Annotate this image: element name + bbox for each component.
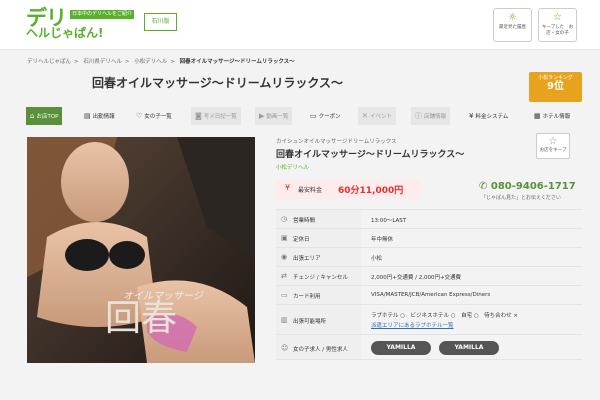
min-price-value: 60分11,000円 xyxy=(338,186,404,196)
min-price-label: 最安料金 xyxy=(298,187,323,194)
keep-list-label: キープした お店・女の子 xyxy=(541,25,574,36)
min-price-box: ¥ 最安料金 60分11,000円 xyxy=(276,180,420,199)
keep-list-button[interactable]: ☆ キープした お店・女の子 xyxy=(538,8,577,42)
event-icon: ✕ xyxy=(362,112,368,120)
info-value: 2,000円+交通費 / 2,000円+交通費 xyxy=(371,275,462,281)
yen-icon: ¥ xyxy=(285,183,291,192)
info-row-area: ◉ 出張エリア 小松 xyxy=(276,247,582,266)
phone-note: 「じゃぱん見た」とお伝えください xyxy=(481,195,561,201)
calendar-off-icon: ▣ xyxy=(281,234,288,242)
info-row-change-cancel: ⇄ チェンジ / キャンセル 2,000円+交通費 / 2,000円+交通費 xyxy=(276,266,582,285)
heart-icon: ♡ xyxy=(136,112,143,120)
keep-shop-label: お店をキープ xyxy=(539,148,567,153)
history-label: 最近見た履歴 xyxy=(499,25,526,30)
tab-schedule[interactable]: ▤ 出勤情報 xyxy=(84,107,115,125)
clock-icon: ◷ xyxy=(281,215,288,223)
page-title: 回春オイルマッサージ〜ドリームリラックス〜 xyxy=(92,76,344,90)
site-logo[interactable]: デリ 日本中のデリヘルをご紹介 ヘルじゃぱん! xyxy=(26,7,144,41)
info-value: VISA/MASTER/JCB/American Express/Diners xyxy=(371,292,491,298)
swap-icon: ⇄ xyxy=(281,272,287,280)
phone-icon: ✆ xyxy=(479,181,491,192)
tab-girls[interactable]: ♡ 女の子一覧 xyxy=(136,107,172,125)
tab-photo-diary[interactable]: ◙ 写メ日記一覧 xyxy=(191,107,241,125)
love-hotel-list-link[interactable]: 派遣エリアにあるラブホテル一覧 xyxy=(371,323,454,329)
shop-genre-link[interactable]: 小松デリヘル xyxy=(276,163,309,171)
shop-name-kana: カイシュンオイルマッサージドリームリラックス xyxy=(276,139,397,145)
ranking-value: 9位 xyxy=(547,81,564,92)
card-icon: ▭ xyxy=(281,291,288,299)
info-value: 年中無休 xyxy=(371,237,394,243)
tab-price-system[interactable]: ¥ 料金システム xyxy=(469,107,508,125)
tab-coupon[interactable]: ▭ クーポン xyxy=(310,107,341,125)
tab-event[interactable]: ✕ イベント xyxy=(358,107,396,125)
coupon-icon: ▭ xyxy=(310,112,317,120)
breadcrumb-item[interactable]: 小松デリヘル xyxy=(134,59,167,65)
page: デリ 日本中のデリヘルをご紹介 ヘルじゃぱん! 石川版 ☼ 最近見た履歴 ☆ キ… xyxy=(0,0,600,400)
tab-shop-info[interactable]: ⓘ 店舗情報 xyxy=(411,107,451,125)
girls-recruit-badge[interactable]: YAMILLA xyxy=(371,341,431,355)
star-icon: ☆ xyxy=(548,136,558,147)
camera-icon: ◙ xyxy=(195,112,202,120)
logo-second: ヘルじゃぱん! xyxy=(26,26,104,40)
breadcrumb-item[interactable]: 石川県デリヘル xyxy=(83,59,122,65)
hotel-icon: ▦ xyxy=(534,112,541,120)
sun-icon: ☼ xyxy=(508,12,517,23)
building-icon: ▥ xyxy=(281,316,288,324)
info-row-dispatch: ▥ 出張可能場所 ラブホテル ○ ビジネスホテル ○ 自宅 ○ 待ち合わせ × 派… xyxy=(276,304,582,334)
shop-name: 回春オイルマッサージ〜ドリームリラックス〜 xyxy=(276,150,465,160)
photo-caption-big: 回春 xyxy=(104,298,177,339)
info-row-card: ▭ カード利用 VISA/MASTER/JCB/American Express/… xyxy=(276,285,582,304)
info-row-recruit: ☺ 女の子求人 / 男性求人 YAMILLA YAMILLA xyxy=(276,334,582,360)
info-row-hours: ◷ 営業時間 13:00〜LAST xyxy=(276,209,582,228)
tab-hotel-info[interactable]: ▦ ホテル情報 xyxy=(534,107,570,125)
history-button[interactable]: ☼ 最近見た履歴 xyxy=(493,8,532,42)
info-row-holiday: ▣ 定休日 年中無休 xyxy=(276,228,582,247)
tab-videos[interactable]: ▶ 動画一覧 xyxy=(255,107,293,125)
tab-shop-top[interactable]: ⌂ お店TOP xyxy=(26,107,63,125)
keep-shop-button[interactable]: ☆ お店をキープ xyxy=(536,133,570,159)
shop-main-photo[interactable]: オイルマッサージ 回春 xyxy=(27,137,255,363)
video-icon: ▶ xyxy=(259,112,265,120)
calendar-icon: ▤ xyxy=(84,112,91,120)
mens-recruit-badge[interactable]: YAMILLA xyxy=(439,341,499,355)
person-icon: ☺ xyxy=(281,344,289,352)
info-value: 13:00〜LAST xyxy=(371,218,407,224)
breadcrumb: デリヘルじゃぱん > 石川県デリヘル > 小松デリヘル > 回春オイルマッサージ〜ドリ… xyxy=(27,59,295,65)
yen-icon: ¥ xyxy=(469,112,474,120)
area-badge[interactable]: 石川版 xyxy=(144,13,177,31)
breadcrumb-item[interactable]: デリヘルじゃぱん xyxy=(27,59,71,65)
star-icon: ☆ xyxy=(553,12,562,23)
phone-number[interactable]: ✆ 080-9406-1717 xyxy=(479,181,576,192)
pin-icon: ◉ xyxy=(281,253,288,261)
logo-tagline: 日本中のデリヘルをご紹介 xyxy=(70,10,135,19)
ranking-badge[interactable]: 小松ランキング 9位 xyxy=(529,72,582,102)
site-header: デリ 日本中のデリヘルをご紹介 ヘルじゃぱん! 石川版 ☼ 最近見た履歴 ☆ キ… xyxy=(0,0,600,50)
info-icon: ⓘ xyxy=(415,112,422,120)
shop-tabs: ⌂ お店TOP ▤ 出勤情報 ♡ 女の子一覧 ◙ 写メ日記一覧 ▶ 動画一覧 ▭ クーポン … xyxy=(26,107,582,125)
home-icon: ⌂ xyxy=(30,112,35,120)
breadcrumb-current: 回春オイルマッサージ〜ドリームリラックス〜 xyxy=(179,59,295,65)
info-value: ラブホテル ○ ビジネスホテル ○ 自宅 ○ 待ち合わせ × xyxy=(371,313,519,319)
info-value: 小松 xyxy=(371,256,383,262)
